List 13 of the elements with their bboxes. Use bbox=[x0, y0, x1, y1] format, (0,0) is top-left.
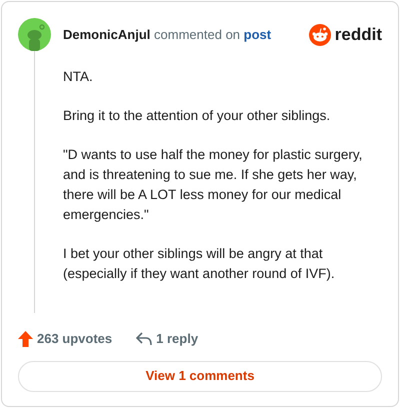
comment-paragraph: Bring it to the attention of your other siblings. bbox=[63, 107, 332, 125]
comment-header: DemonicAnjul commented on post bbox=[63, 26, 272, 44]
brand-name: reddit bbox=[334, 26, 382, 43]
comment-paragraph: "D wants to use half the money for plastic surgery, and is threatening to sue me. If she gets her way, there will be A LOT less money for our medical emergencies." bbox=[63, 146, 364, 224]
upvote-arrow-icon[interactable] bbox=[18, 330, 33, 347]
avatar-icon bbox=[18, 18, 51, 51]
reply-count: 1 reply bbox=[156, 330, 198, 348]
comment-paragraph: NTA. bbox=[63, 68, 94, 86]
upvote-count: 263 upvotes bbox=[37, 330, 112, 348]
alien-logo-icon bbox=[308, 24, 331, 46]
comment-paragraph: I bet your other siblings will be angry at that (especially if they want another round of IVF). bbox=[63, 245, 336, 283]
view-comments-button[interactable]: View 1 comments bbox=[18, 360, 382, 392]
reply-arrow-icon[interactable] bbox=[136, 332, 152, 346]
